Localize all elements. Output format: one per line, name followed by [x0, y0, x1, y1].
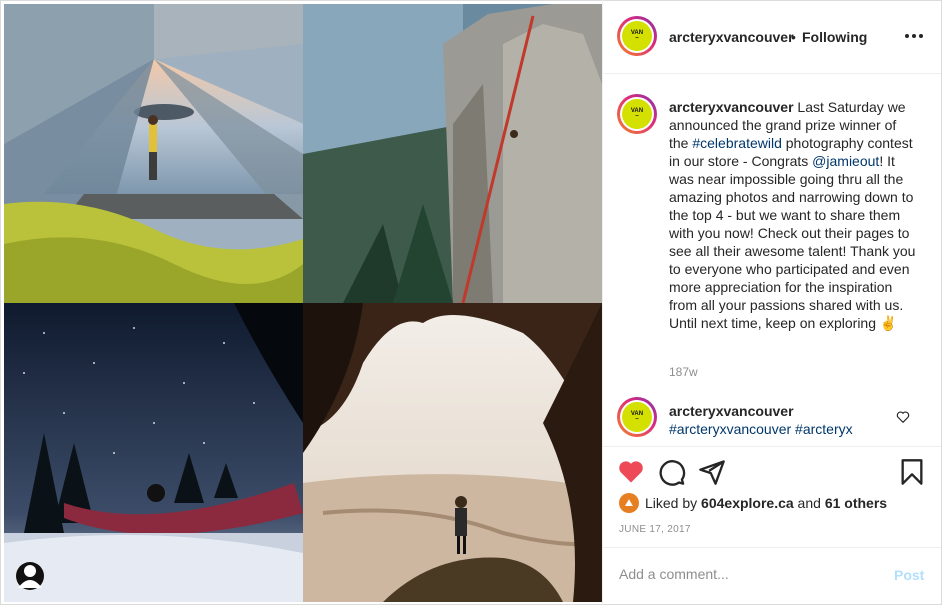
user-tag-icon[interactable]	[16, 562, 44, 590]
likes-count-link[interactable]: 61 others	[825, 495, 887, 511]
caption-username[interactable]: arcteryxvancouver	[669, 99, 794, 115]
comment-avatar[interactable]: VAN ~	[617, 397, 657, 437]
photo-cliff-highline	[303, 4, 602, 303]
post-image-collage[interactable]	[4, 4, 602, 602]
comment-username[interactable]: arcteryxvancouver	[669, 403, 794, 419]
post-sidebar: VAN ~ arcteryxvancouver • Following VAN ~ …	[602, 0, 941, 606]
photo-night-hammock	[4, 303, 303, 602]
photo-cave-overlook	[303, 303, 602, 602]
post-header: VAN ~ arcteryxvancouver • Following	[603, 0, 941, 74]
following-button[interactable]: Following	[802, 29, 867, 45]
bookmark-icon[interactable]	[898, 458, 926, 486]
comments-section: VAN ~ arcteryxvancouver Last Saturday we …	[603, 74, 941, 446]
photo-tent-view	[4, 4, 303, 303]
heart-icon[interactable]	[617, 458, 645, 486]
more-icon[interactable]	[905, 30, 925, 42]
avatar-logo: VAN ~	[622, 21, 652, 51]
avatar[interactable]: VAN ~	[617, 16, 657, 56]
comment-hashtags[interactable]: #arcteryxvancouver #arcteryx	[669, 421, 853, 437]
liker-username[interactable]: 604explore.ca	[701, 495, 794, 511]
caption-timestamp[interactable]: 187w	[669, 365, 698, 379]
action-bar: ⛰ Liked by 604explore.ca and 61 others J…	[603, 446, 941, 606]
post-date[interactable]: JUNE 17, 2017	[619, 524, 691, 535]
caption-text: arcteryxvancouver Last Saturday we annou…	[669, 99, 916, 331]
avatar-logo: VAN ~	[622, 99, 652, 129]
liker-avatar[interactable]: ⛰	[619, 493, 639, 513]
heart-icon[interactable]	[896, 410, 910, 424]
victory-hand-emoji: ✌	[879, 315, 898, 331]
comment-icon[interactable]	[658, 458, 686, 486]
likes-summary: ⛰ Liked by 604explore.ca and 61 others	[619, 493, 887, 513]
comment-input[interactable]	[619, 566, 879, 582]
share-icon[interactable]	[698, 458, 726, 486]
header-separator: •	[791, 29, 796, 45]
hashtag-link[interactable]: #celebratewild	[692, 135, 782, 151]
post-button[interactable]: Post	[894, 567, 924, 583]
caption-avatar[interactable]: VAN ~	[617, 94, 657, 134]
header-username[interactable]: arcteryxvancouver	[669, 29, 794, 45]
avatar-logo: VAN ~	[622, 402, 652, 432]
mention-link[interactable]: @jamieout	[812, 153, 879, 169]
add-comment-bar: Post	[603, 547, 941, 603]
